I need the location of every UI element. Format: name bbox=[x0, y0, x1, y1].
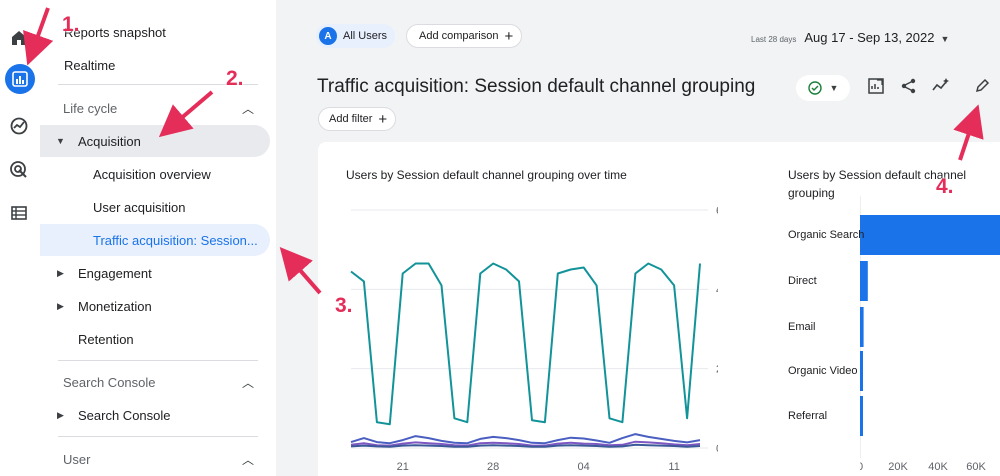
nav-retention[interactable]: Retention bbox=[40, 323, 270, 355]
nav-acquisition[interactable]: ▼ Acquisition bbox=[40, 125, 270, 157]
configure-icon[interactable] bbox=[4, 198, 34, 228]
x-tick-label: 21 bbox=[397, 461, 409, 473]
bar-category-label: Referral bbox=[788, 410, 828, 422]
home-icon[interactable] bbox=[4, 23, 34, 53]
bar-category-label: Email bbox=[788, 321, 816, 333]
date-range-picker[interactable]: Last 28 days Aug 17 - Sep 13, 2022 ▼ bbox=[751, 30, 949, 45]
date-range-value: Aug 17 - Sep 13, 2022 bbox=[804, 30, 935, 45]
nav-section-life-cycle[interactable]: Life cycle ︿ bbox=[40, 92, 270, 124]
bar bbox=[860, 215, 1000, 255]
nav-section-search-console[interactable]: Search Console ︿ bbox=[40, 366, 270, 398]
caret-right-icon: ▶ bbox=[57, 300, 64, 311]
explore-icon[interactable] bbox=[4, 111, 34, 141]
nav-acquisition-overview[interactable]: Acquisition overview bbox=[40, 158, 270, 190]
nav-user-acquisition[interactable]: User acquisition bbox=[40, 191, 270, 223]
add-comparison-label: Add comparison bbox=[419, 30, 499, 42]
bar-category-label: Organic Video bbox=[788, 365, 858, 377]
page-title: Traffic acquisition: Session default cha… bbox=[317, 76, 756, 97]
caret-down-icon: ▼ bbox=[56, 136, 65, 146]
series-line bbox=[350, 262, 701, 426]
insights-icon[interactable] bbox=[929, 74, 953, 98]
add-filter-label: Add filter bbox=[329, 113, 373, 125]
edit-pencil-icon[interactable] bbox=[970, 74, 994, 98]
line-chart: 6K 4K 2K 0 21 28 04 11 bbox=[350, 205, 718, 473]
x-tick-label: 0 bbox=[860, 461, 863, 473]
audience-label: All Users bbox=[343, 30, 388, 42]
plus-icon: + bbox=[378, 110, 388, 128]
y-tick-label: 4K bbox=[716, 284, 718, 296]
bar-category-label: Organic Search bbox=[788, 229, 865, 241]
nav-section-user[interactable]: User ︿ bbox=[40, 443, 270, 475]
nav-traffic-acquisition[interactable]: Traffic acquisition: Session... bbox=[40, 224, 270, 256]
date-range-label: Last 28 days bbox=[751, 35, 797, 44]
bar bbox=[860, 396, 863, 436]
x-tick-label: 60K bbox=[966, 461, 986, 473]
icon-rail bbox=[0, 0, 40, 476]
divider bbox=[58, 436, 258, 437]
y-tick-label: 2K bbox=[716, 364, 718, 376]
divider bbox=[58, 360, 258, 361]
dropdown-arrow-icon: ▼ bbox=[829, 83, 839, 93]
bar bbox=[860, 261, 868, 301]
chevron-up-icon: ︿ bbox=[241, 452, 254, 467]
line-chart-title: Users by Session default channel groupin… bbox=[346, 168, 627, 182]
audience-chip[interactable]: A All Users bbox=[316, 24, 396, 48]
y-tick-label: 0 bbox=[716, 443, 718, 455]
annotation-label-1: 1. bbox=[62, 13, 80, 36]
x-tick-label: 40K bbox=[928, 461, 948, 473]
dropdown-arrow-icon: ▼ bbox=[940, 34, 950, 44]
annotation-label-4: 4. bbox=[936, 175, 954, 198]
nav-engagement[interactable]: ▶ Engagement bbox=[40, 257, 270, 289]
add-comparison-button[interactable]: Add comparison + bbox=[406, 24, 523, 48]
bar bbox=[860, 351, 863, 391]
audience-avatar: A bbox=[319, 27, 337, 45]
reports-icon[interactable] bbox=[5, 64, 35, 94]
bar-chart: 0 20K 40K 60K bbox=[860, 196, 1000, 473]
nav-search-console[interactable]: ▶ Search Console bbox=[40, 399, 270, 431]
report-card: Users by Session default channel groupin… bbox=[318, 142, 1000, 476]
add-filter-button[interactable]: Add filter + bbox=[318, 107, 397, 131]
x-tick-label: 11 bbox=[668, 461, 679, 473]
y-tick-label: 6K bbox=[716, 205, 718, 217]
annotation-label-2: 2. bbox=[226, 67, 244, 90]
bar-category-label: Direct bbox=[788, 275, 817, 287]
share-icon[interactable] bbox=[897, 74, 921, 98]
caret-right-icon: ▶ bbox=[57, 409, 64, 420]
plus-icon: + bbox=[504, 27, 514, 45]
bar bbox=[860, 307, 864, 347]
chevron-up-icon: ︿ bbox=[241, 375, 254, 390]
check-circle-icon bbox=[807, 81, 822, 95]
status-dropdown[interactable]: ▼ bbox=[796, 75, 850, 101]
x-tick-label: 20K bbox=[888, 461, 908, 473]
x-tick-label: 04 bbox=[578, 461, 590, 473]
nav-monetization[interactable]: ▶ Monetization bbox=[40, 290, 270, 322]
caret-right-icon: ▶ bbox=[57, 267, 64, 278]
annotation-label-3: 3. bbox=[335, 294, 353, 317]
advertising-icon[interactable] bbox=[4, 155, 34, 185]
x-tick-label: 28 bbox=[487, 461, 499, 473]
customize-report-icon[interactable] bbox=[864, 74, 888, 98]
main-content: A All Users Add comparison + Last 28 days… bbox=[276, 0, 1000, 476]
chevron-up-icon: ︿ bbox=[241, 101, 254, 116]
